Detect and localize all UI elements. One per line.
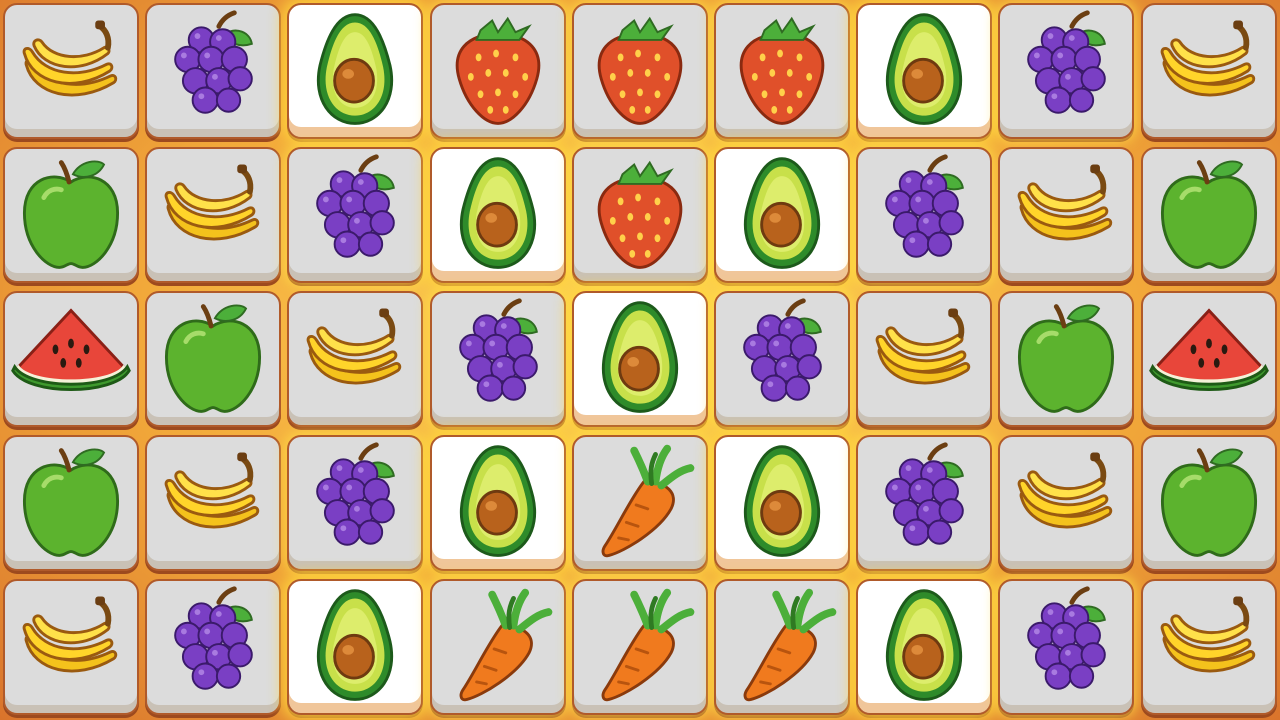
grapes-tile[interactable]	[998, 3, 1135, 139]
grapes-icon	[174, 586, 254, 690]
banana-icon	[1160, 596, 1255, 673]
strawberry-icon	[455, 16, 540, 125]
carrot-icon	[601, 588, 695, 702]
carrot-icon	[743, 588, 837, 702]
grapes-icon	[1027, 586, 1107, 690]
banana-tile[interactable]	[3, 3, 139, 139]
grapes-icon	[885, 154, 965, 258]
strawberry-tile[interactable]	[571, 147, 708, 283]
banana-tile[interactable]	[3, 579, 139, 715]
strawberry-icon	[739, 16, 825, 125]
carrot-icon	[601, 444, 695, 558]
banana-tile[interactable]	[1140, 3, 1277, 139]
grapes-tile[interactable]	[714, 291, 850, 427]
avocado-icon	[317, 13, 394, 125]
apple-tile[interactable]	[1140, 435, 1277, 571]
apple-tile[interactable]	[3, 147, 139, 283]
apple-tile[interactable]	[3, 435, 139, 571]
grapes-tile[interactable]	[856, 147, 993, 283]
banana-icon	[1018, 452, 1113, 529]
carrot-icon	[459, 588, 552, 702]
strawberry-tile[interactable]	[714, 3, 850, 139]
banana-icon	[1160, 20, 1255, 97]
avocado-tile[interactable]	[287, 3, 424, 139]
watermelon-tile[interactable]	[1140, 291, 1277, 427]
watermelon-tile[interactable]	[3, 291, 139, 427]
apple-tile[interactable]	[998, 291, 1135, 427]
carrot-tile[interactable]	[571, 579, 708, 715]
avocado-icon	[317, 589, 394, 701]
avocado-tile[interactable]	[856, 579, 993, 715]
banana-tile[interactable]	[1140, 579, 1277, 715]
watermelon-icon	[11, 308, 131, 391]
strawberry-tile[interactable]	[429, 3, 566, 139]
watermelon-icon	[1148, 308, 1269, 391]
grapes-tile[interactable]	[287, 435, 424, 571]
strawberry-tile[interactable]	[571, 3, 708, 139]
apple-tile[interactable]	[1140, 147, 1277, 283]
avocado-icon	[886, 589, 963, 701]
carrot-tile[interactable]	[429, 579, 566, 715]
banana-tile[interactable]	[856, 291, 993, 427]
grapes-tile[interactable]	[998, 579, 1135, 715]
banana-icon	[164, 164, 260, 241]
grapes-icon	[1027, 10, 1107, 114]
carrot-tile[interactable]	[571, 435, 708, 571]
avocado-icon	[886, 13, 963, 125]
apple-icon	[22, 160, 120, 269]
avocado-tile[interactable]	[571, 291, 708, 427]
strawberry-icon	[597, 16, 683, 125]
apple-icon	[1160, 160, 1257, 269]
apple-icon	[1018, 304, 1115, 413]
avocado-tile[interactable]	[429, 435, 566, 571]
grapes-icon	[458, 298, 538, 402]
grapes-tile[interactable]	[145, 3, 282, 139]
avocado-icon	[459, 157, 536, 269]
banana-icon	[1018, 164, 1113, 241]
avocado-tile[interactable]	[429, 147, 566, 283]
avocado-icon	[459, 445, 536, 557]
grapes-tile[interactable]	[856, 435, 993, 571]
avocado-tile[interactable]	[287, 579, 424, 715]
grapes-icon	[316, 154, 396, 258]
avocado-tile[interactable]	[714, 147, 850, 283]
banana-icon	[22, 596, 118, 673]
grapes-tile[interactable]	[145, 579, 282, 715]
avocado-tile[interactable]	[714, 435, 850, 571]
apple-icon	[1160, 448, 1257, 557]
grapes-icon	[174, 10, 254, 114]
grapes-tile[interactable]	[287, 147, 424, 283]
grapes-icon	[885, 442, 965, 546]
banana-icon	[307, 308, 402, 385]
apple-icon	[22, 448, 120, 557]
avocado-icon	[744, 157, 820, 269]
avocado-icon	[601, 301, 678, 413]
game-board	[0, 0, 1280, 720]
carrot-tile[interactable]	[714, 579, 850, 715]
apple-tile[interactable]	[145, 291, 282, 427]
banana-tile[interactable]	[145, 147, 282, 283]
banana-icon	[22, 20, 118, 97]
apple-icon	[165, 304, 262, 413]
avocado-icon	[744, 445, 820, 557]
banana-tile[interactable]	[287, 291, 424, 427]
avocado-tile[interactable]	[856, 3, 993, 139]
grapes-icon	[316, 442, 396, 546]
banana-tile[interactable]	[145, 435, 282, 571]
banana-icon	[875, 308, 971, 385]
banana-icon	[164, 452, 260, 529]
grapes-tile[interactable]	[429, 291, 566, 427]
grapes-icon	[743, 298, 822, 402]
banana-tile[interactable]	[998, 435, 1135, 571]
strawberry-icon	[597, 160, 683, 269]
banana-tile[interactable]	[998, 147, 1135, 283]
